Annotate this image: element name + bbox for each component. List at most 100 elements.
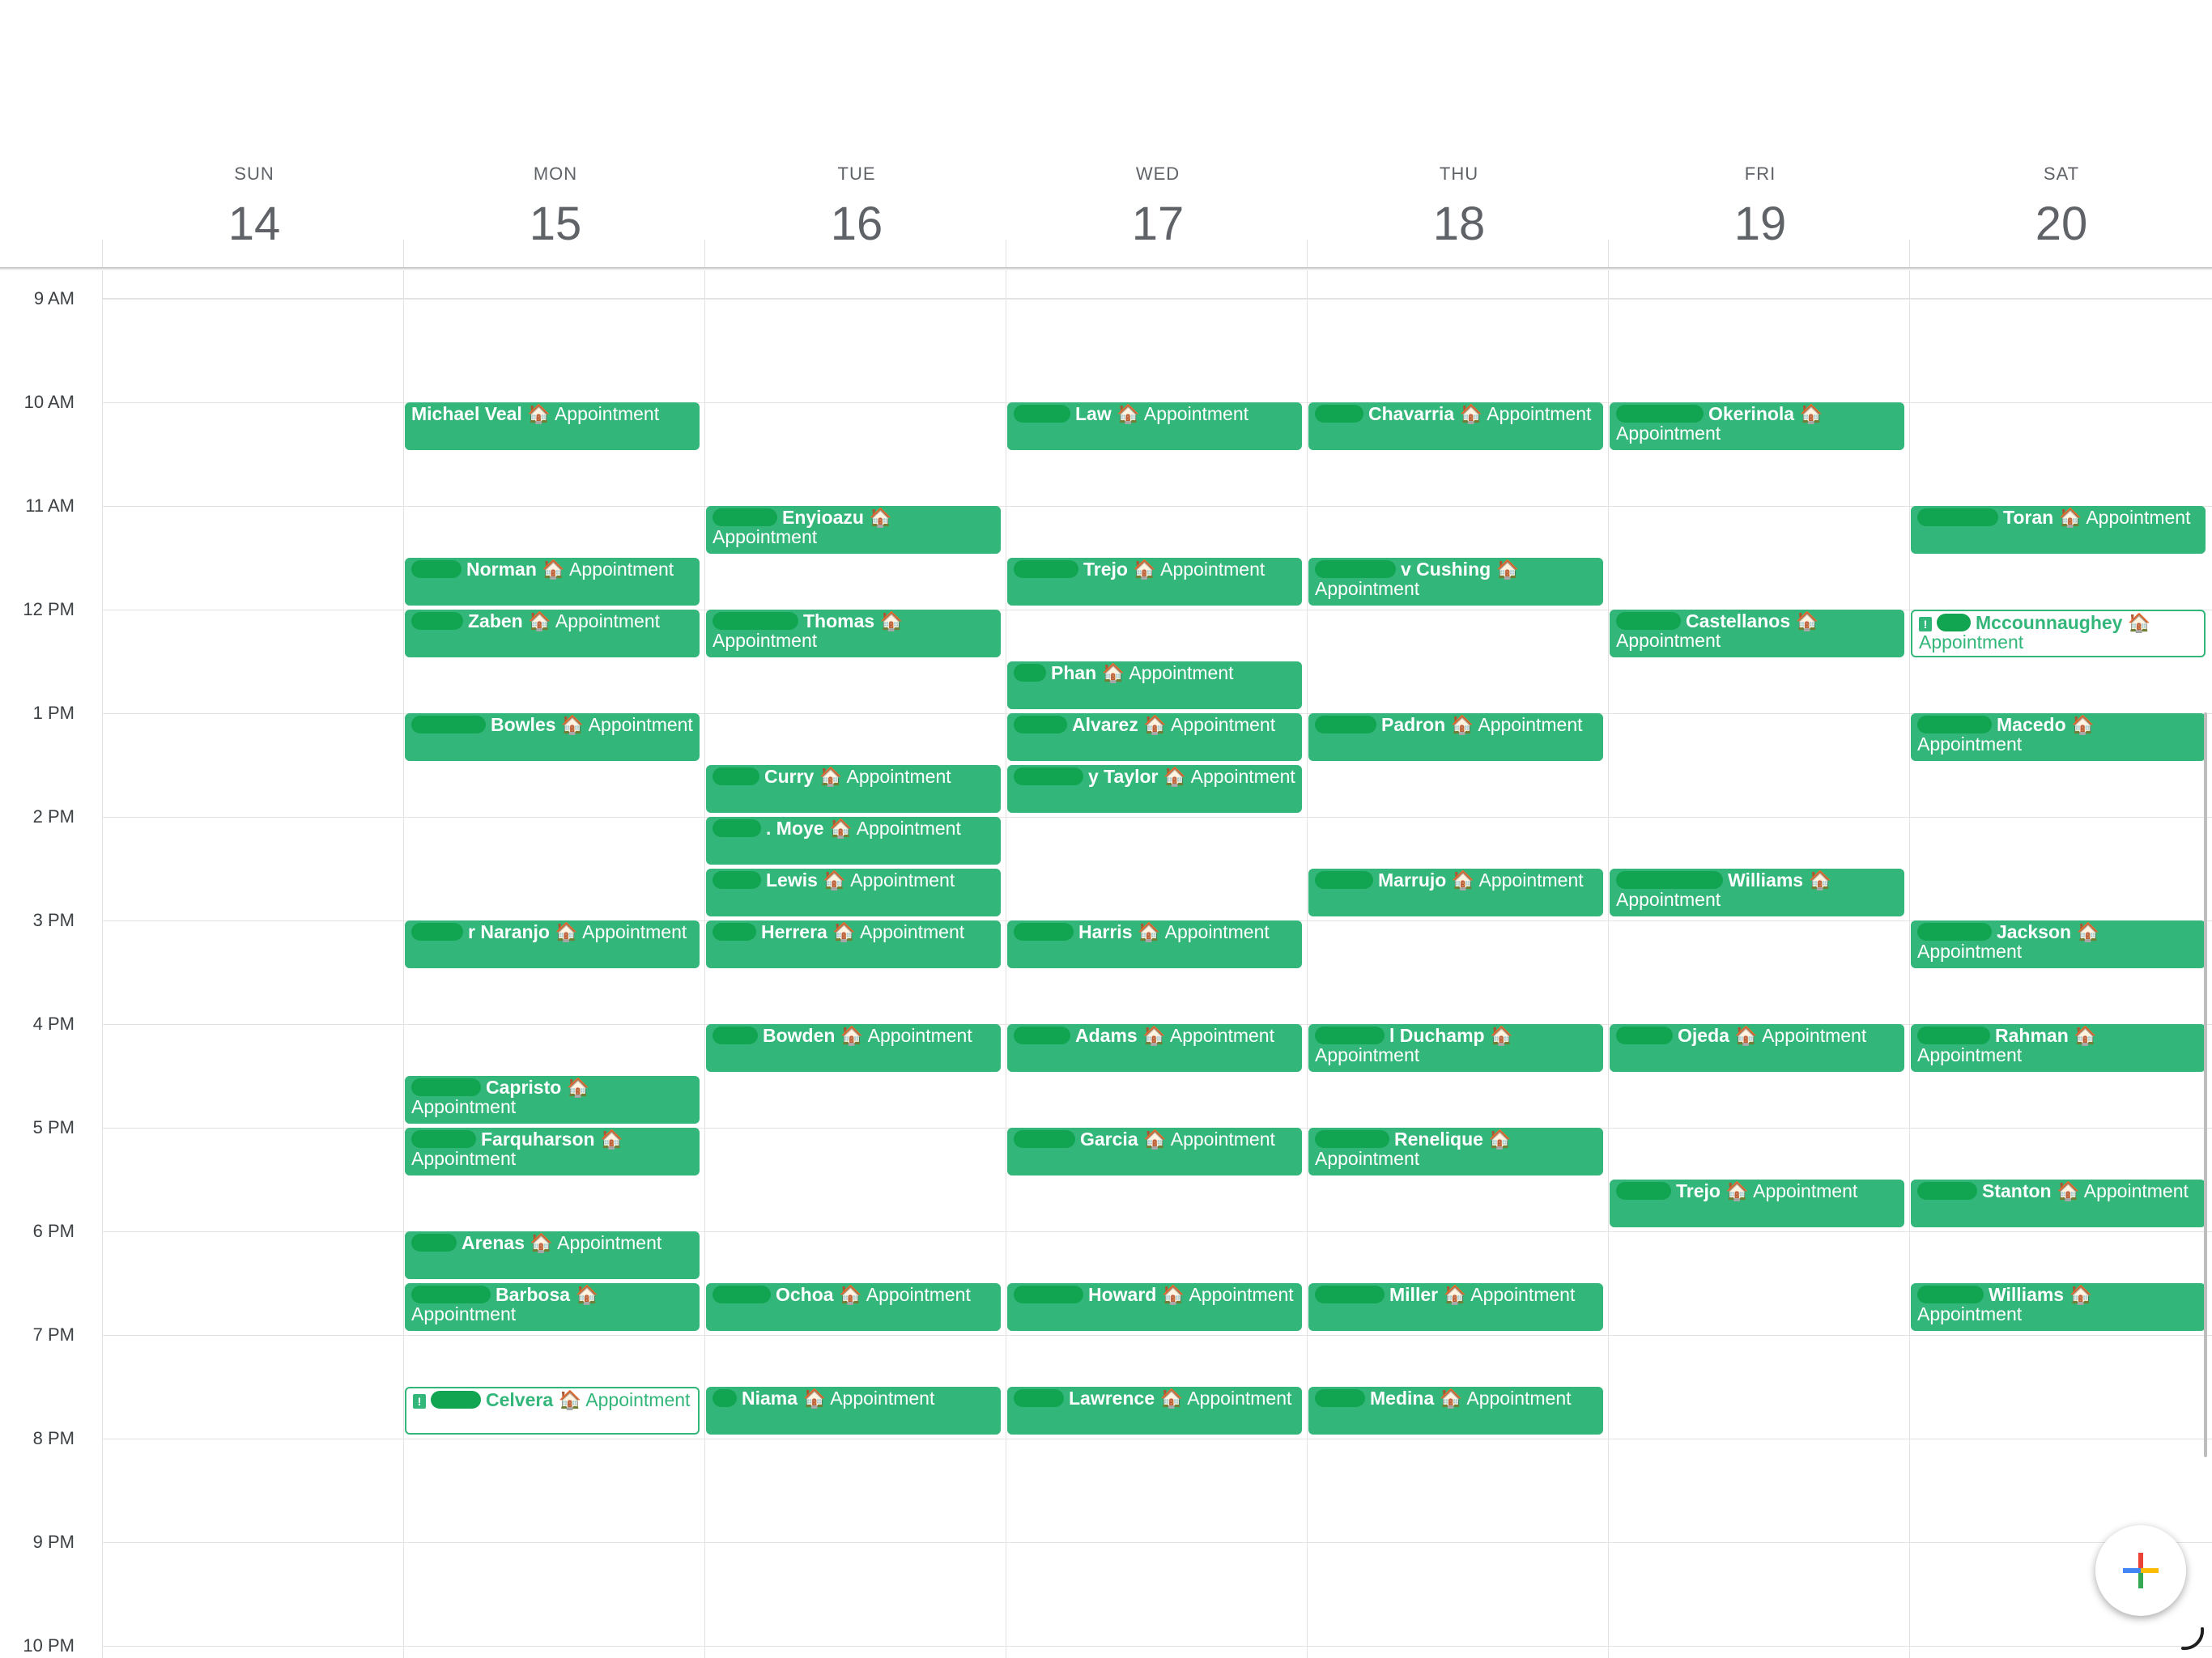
day-header-tue[interactable]: TUE 16 [706, 162, 1007, 253]
event-card[interactable]: Curry 🏠 Appointment [706, 765, 1001, 813]
day-header-sun[interactable]: SUN 14 [104, 162, 405, 253]
day-number[interactable]: 18 [1308, 196, 1610, 253]
event-card[interactable]: v Cushing 🏠 Appointment [1308, 558, 1603, 606]
event-suffix: 🏠 Appointment [2058, 507, 2191, 528]
event-card[interactable]: Okerinola 🏠 Appointment [1610, 402, 1904, 450]
event-card[interactable]: Trejo 🏠 Appointment [1610, 1180, 1904, 1227]
event-suffix: 🏠 Appointment [528, 610, 661, 631]
event-card[interactable]: Lawrence 🏠 Appointment [1007, 1387, 1302, 1435]
event-card[interactable]: Renelique 🏠 Appointment [1308, 1128, 1603, 1175]
day-header-sat[interactable]: SAT 20 [1911, 162, 2212, 253]
event-card[interactable]: Barbosa 🏠 Appointment [405, 1283, 700, 1331]
event-name: Padron [1381, 714, 1446, 735]
event-suffix: 🏠 Appointment [1725, 1180, 1858, 1201]
event-name: Niama [742, 1388, 798, 1409]
divider [1909, 240, 1910, 269]
event-card[interactable]: Macedo 🏠 Appointment [1911, 713, 2206, 761]
event-card[interactable]: Farquharson 🏠 Appointment [405, 1128, 700, 1175]
redaction-blot [1014, 664, 1046, 682]
event-card[interactable]: Chavarria 🏠 Appointment [1308, 402, 1603, 450]
event-card[interactable]: Bowden 🏠 Appointment [706, 1024, 1001, 1072]
day-header-mon[interactable]: MON 15 [405, 162, 706, 253]
event-suffix: 🏠 Appointment [1143, 714, 1276, 735]
event-card-needs-action[interactable]: ! Celvera 🏠 Appointment [405, 1387, 700, 1435]
event-card[interactable]: Ochoa 🏠 Appointment [706, 1283, 1001, 1331]
event-card[interactable]: Stanton 🏠 Appointment [1911, 1180, 2206, 1227]
divider [1909, 270, 1910, 1658]
event-card[interactable]: r Naranjo 🏠 Appointment [405, 920, 700, 968]
event-name: Marrujo [1378, 869, 1447, 891]
day-number[interactable]: 16 [706, 196, 1007, 253]
create-event-button[interactable] [2095, 1525, 2186, 1616]
event-card[interactable]: Phan 🏠 Appointment [1007, 661, 1302, 709]
event-card[interactable]: Arenas 🏠 Appointment [405, 1231, 700, 1279]
day-number[interactable]: 15 [405, 196, 706, 253]
redaction-blot [1917, 1286, 1984, 1303]
event-name: Medina [1370, 1388, 1435, 1409]
event-name: Adams [1075, 1025, 1138, 1046]
event-card[interactable]: Ojeda 🏠 Appointment [1610, 1024, 1904, 1072]
event-card[interactable]: Enyioazu 🏠 Appointment [706, 506, 1001, 554]
event-card[interactable]: Williams 🏠 Appointment [1911, 1283, 2206, 1331]
event-suffix: 🏠 Appointment [1143, 1129, 1275, 1150]
event-card[interactable]: Padron 🏠 Appointment [1308, 713, 1603, 761]
event-card[interactable]: Garcia 🏠 Appointment [1007, 1128, 1302, 1175]
day-of-week: SUN [234, 164, 274, 184]
hour-label: 2 PM [32, 806, 74, 827]
redaction-blot [1937, 614, 1971, 631]
event-card[interactable]: Marrujo 🏠 Appointment [1308, 869, 1603, 916]
day-number[interactable]: 17 [1007, 196, 1308, 253]
event-card[interactable]: Trejo 🏠 Appointment [1007, 558, 1302, 606]
event-card[interactable]: Lewis 🏠 Appointment [706, 869, 1001, 916]
event-card[interactable]: Miller 🏠 Appointment [1308, 1283, 1603, 1331]
event-card[interactable]: . Moye 🏠 Appointment [706, 817, 1001, 865]
divider [1307, 270, 1308, 1658]
day-number[interactable]: 20 [1911, 196, 2212, 253]
day-header-fri[interactable]: FRI 19 [1610, 162, 1911, 253]
event-card[interactable]: Capristo 🏠 Appointment [405, 1076, 700, 1124]
event-name: Rahman [1995, 1025, 2069, 1046]
event-card[interactable]: Medina 🏠 Appointment [1308, 1387, 1603, 1435]
day-number[interactable]: 19 [1610, 196, 1911, 253]
event-name: Miller [1389, 1284, 1439, 1305]
divider [704, 270, 705, 1658]
event-card[interactable]: l Duchamp 🏠 Appointment [1308, 1024, 1603, 1072]
redaction-blot [1014, 1027, 1070, 1044]
event-name: Toran [2003, 507, 2054, 528]
event-suffix: 🏠 Appointment [802, 1388, 935, 1409]
event-suffix: 🏠 Appointment [1161, 1284, 1294, 1305]
event-card[interactable]: Jackson 🏠 Appointment [1911, 920, 2206, 968]
event-card[interactable]: Alvarez 🏠 Appointment [1007, 713, 1302, 761]
event-card[interactable]: Niama 🏠 Appointment [706, 1387, 1001, 1435]
divider [102, 270, 103, 1658]
event-card[interactable]: Zaben 🏠 Appointment [405, 610, 700, 657]
event-name: Bowles [491, 714, 556, 735]
event-card[interactable]: Michael Veal 🏠 Appointment [405, 402, 700, 450]
event-card[interactable]: Adams 🏠 Appointment [1007, 1024, 1302, 1072]
day-header-thu[interactable]: THU 18 [1308, 162, 1610, 253]
event-card[interactable]: Toran 🏠 Appointment [1911, 506, 2206, 554]
redaction-blot [1315, 560, 1396, 578]
event-card[interactable]: Law 🏠 Appointment [1007, 402, 1302, 450]
day-header-wed[interactable]: WED 17 [1007, 162, 1308, 253]
event-card[interactable]: y Taylor 🏠 Appointment [1007, 765, 1302, 813]
time-grid[interactable]: 9 AM 10 AM 11 AM 12 PM 1 PM 2 PM 3 PM 4 … [0, 270, 2212, 1658]
event-card[interactable]: Rahman 🏠 Appointment [1911, 1024, 2206, 1072]
event-card[interactable]: Herrera 🏠 Appointment [706, 920, 1001, 968]
event-card[interactable]: Williams 🏠 Appointment [1610, 869, 1904, 916]
redaction-blot [713, 767, 759, 785]
day-number[interactable]: 14 [104, 196, 405, 253]
event-suffix: 🏠 Appointment [2057, 1180, 2189, 1201]
event-name: Ojeda [1678, 1025, 1729, 1046]
event-card[interactable]: Harris 🏠 Appointment [1007, 920, 1302, 968]
event-card[interactable]: Castellanos 🏠 Appointment [1610, 610, 1904, 657]
event-card-needs-action[interactable]: ! Mccounnaughey 🏠 Appointment [1911, 610, 2206, 657]
event-card[interactable]: Thomas 🏠 Appointment [706, 610, 1001, 657]
event-card[interactable]: Norman 🏠 Appointment [405, 558, 700, 606]
event-card[interactable]: Bowles 🏠 Appointment [405, 713, 700, 761]
event-card[interactable]: Howard 🏠 Appointment [1007, 1283, 1302, 1331]
divider [102, 299, 2212, 300]
event-name: Castellanos [1686, 610, 1791, 631]
hour-label: 7 PM [32, 1324, 74, 1345]
scrollbar[interactable] [2204, 712, 2207, 1457]
